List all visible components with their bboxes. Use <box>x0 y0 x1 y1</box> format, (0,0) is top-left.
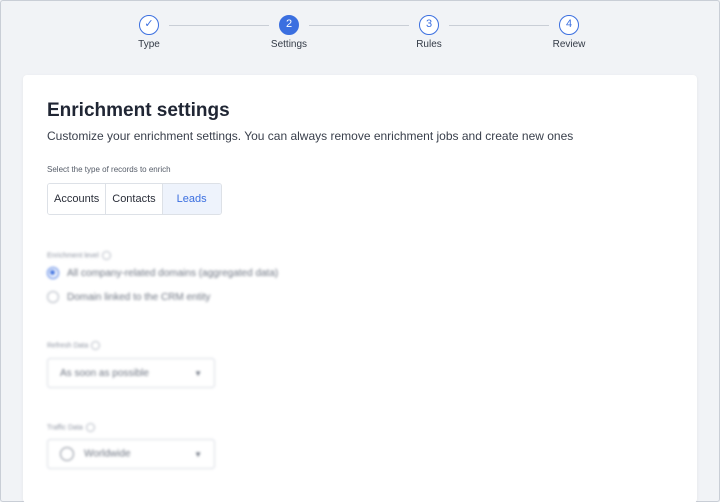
caret-down-icon: ▼ <box>194 449 202 459</box>
radio-all-domains[interactable]: All company-related domains (aggregated … <box>47 267 278 279</box>
stepper: ✓ Type 2 Settings 3 Rules 4 Review <box>1 15 720 65</box>
refresh-data-label: Refresh Data <box>47 341 101 350</box>
step-number: 2 <box>279 15 299 35</box>
window-frame: ✓ Type 2 Settings 3 Rules 4 Review Enric… <box>0 0 720 502</box>
refresh-data-label-text: Refresh Data <box>47 342 89 350</box>
info-icon[interactable] <box>91 341 101 350</box>
refresh-data-select[interactable]: As soon as possible ▼ <box>47 358 215 388</box>
step-type[interactable]: ✓ Type <box>109 15 189 50</box>
traffic-data-label-text: Traffic Data <box>47 424 83 432</box>
settings-card: Enrichment settings Customize your enric… <box>23 75 697 502</box>
page-subtitle: Customize your enrichment settings. You … <box>47 129 574 143</box>
step-label: Rules <box>416 39 442 50</box>
radio-button[interactable] <box>47 267 59 279</box>
record-type-label: Select the type of records to enrich <box>47 165 171 174</box>
record-type-selector: Accounts Contacts Leads <box>47 183 222 215</box>
globe-icon <box>60 447 74 461</box>
step-rules[interactable]: 3 Rules <box>389 15 469 50</box>
enrichment-level-label-text: Enrichment level <box>47 252 99 260</box>
record-option-accounts[interactable]: Accounts <box>48 184 107 214</box>
step-review[interactable]: 4 Review <box>529 15 609 50</box>
traffic-data-select[interactable]: Worldwide ▼ <box>47 439 215 469</box>
traffic-data-label: Traffic Data <box>47 423 95 432</box>
record-option-leads[interactable]: Leads <box>162 184 221 214</box>
radio-label: All company-related domains (aggregated … <box>67 267 279 279</box>
info-icon[interactable] <box>101 251 111 260</box>
step-settings[interactable]: 2 Settings <box>249 15 329 50</box>
step-label: Settings <box>270 39 308 50</box>
radio-button[interactable] <box>47 291 59 303</box>
info-icon[interactable] <box>85 423 95 432</box>
record-option-contacts[interactable]: Contacts <box>106 184 163 214</box>
radio-crm-domain[interactable]: Domain linked to the CRM entity <box>47 291 210 303</box>
select-value: As soon as possible <box>60 367 149 379</box>
check-icon: ✓ <box>139 15 159 35</box>
step-number: 3 <box>419 15 439 35</box>
step-label: Review <box>552 39 586 50</box>
page-title: Enrichment settings <box>47 100 230 121</box>
caret-down-icon: ▼ <box>194 368 202 378</box>
enrichment-level-label: Enrichment level <box>47 251 111 260</box>
select-value: Worldwide <box>84 448 131 460</box>
step-number: 4 <box>559 15 579 35</box>
select-value-wrap: Worldwide <box>60 447 131 461</box>
radio-label: Domain linked to the CRM entity <box>67 291 211 303</box>
step-label: Type <box>138 39 160 50</box>
